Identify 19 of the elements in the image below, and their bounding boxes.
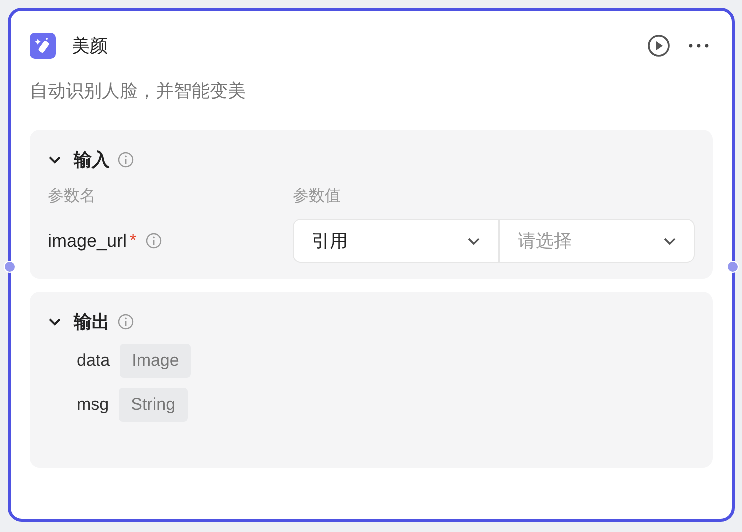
connection-handle[interactable] (727, 261, 739, 273)
info-icon[interactable] (118, 152, 134, 168)
column-label: 参数名 (48, 186, 97, 207)
section-title: 输入 (74, 149, 110, 172)
node-title: 美颜 (72, 35, 108, 58)
info-icon[interactable] (118, 314, 134, 330)
wand-icon (30, 33, 56, 59)
type-tag: String (119, 388, 188, 422)
field-name: msg (77, 395, 110, 415)
type-tag: Image (120, 344, 192, 378)
info-icon[interactable] (146, 233, 162, 249)
field-name: data (77, 351, 110, 371)
param-name: image_url (48, 230, 128, 252)
connection-handle[interactable] (4, 261, 16, 273)
node-description: 自动识别人脸，并智能变美 (30, 80, 247, 103)
play-icon[interactable] (647, 34, 671, 58)
section-title: 输出 (74, 311, 110, 334)
required-asterisk: * (130, 231, 137, 251)
column-label: 参数值 (293, 186, 341, 207)
